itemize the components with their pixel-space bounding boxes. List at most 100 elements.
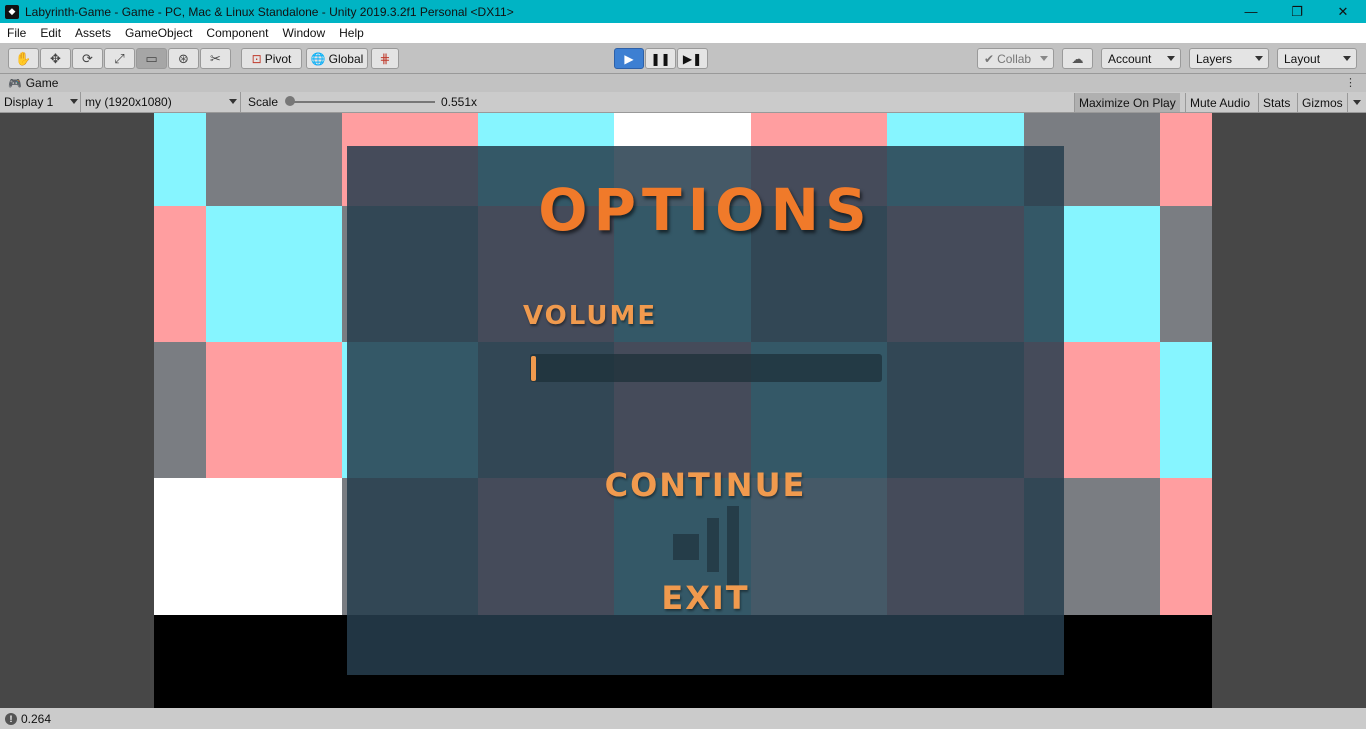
restore-button[interactable]: ❐ xyxy=(1274,0,1320,23)
rotate-tool-icon[interactable]: ⟳ xyxy=(72,48,103,69)
snap-icon[interactable]: ⋕ xyxy=(371,48,399,69)
scale-value: 0.551x xyxy=(441,95,478,109)
chevron-down-icon xyxy=(70,99,78,104)
move-tool-icon[interactable]: ✥ xyxy=(40,48,71,69)
chevron-down-icon xyxy=(1343,56,1351,61)
status-message: 0.264 xyxy=(21,711,52,726)
layers-label: Layers xyxy=(1196,51,1233,66)
menu-edit[interactable]: Edit xyxy=(33,26,68,40)
custom-tool-icon[interactable]: ✂ xyxy=(200,48,231,69)
window-title-bar: ◆ Labyrinth-Game - Game - PC, Mac & Linu… xyxy=(0,0,1366,23)
cloud-icon: ☁ xyxy=(1071,51,1084,66)
chevron-down-icon xyxy=(1353,100,1361,105)
step-button[interactable]: ▶❚ xyxy=(677,48,708,69)
chevron-down-icon xyxy=(1255,56,1263,61)
window-controls: — ❐ ✕ xyxy=(1228,0,1366,23)
maximize-on-play-toggle[interactable]: Maximize On Play xyxy=(1074,93,1180,112)
resolution-dropdown[interactable]: my (1920x1080) xyxy=(80,92,240,112)
display-dropdown[interactable]: Display 1 xyxy=(4,92,80,112)
maze-tile xyxy=(1160,478,1212,615)
layout-label: Layout xyxy=(1284,51,1321,66)
menu-bar: File Edit Assets GameObject Component Wi… xyxy=(0,23,1366,43)
pause-button[interactable]: ❚❚ xyxy=(645,48,676,69)
tab-game-label: Game xyxy=(25,76,59,90)
maze-tile xyxy=(154,478,206,615)
window-title: Labyrinth-Game - Game - PC, Mac & Linux … xyxy=(25,4,514,19)
options-panel: OPTIONS VOLUME CONTINUE EXIT xyxy=(347,146,1064,675)
resolution-label: my (1920x1080) xyxy=(85,95,172,109)
tab-game[interactable]: 🎮 Game xyxy=(0,76,58,90)
volume-slider-handle[interactable] xyxy=(531,356,536,381)
play-button[interactable]: ▶ xyxy=(614,48,644,69)
maze-tile xyxy=(206,206,342,342)
mute-audio-toggle[interactable]: Mute Audio xyxy=(1185,93,1254,112)
play-icon: ▶ xyxy=(624,51,634,66)
signal-bars-icon xyxy=(673,506,739,586)
scale-label: Scale xyxy=(240,92,278,112)
rect-tool-icon[interactable]: ▭ xyxy=(136,48,167,69)
pivot-icon: ⊡ xyxy=(251,51,262,66)
exit-button[interactable]: EXIT xyxy=(347,579,1064,617)
layers-dropdown[interactable]: Layers xyxy=(1189,48,1269,69)
maze-tile xyxy=(206,478,342,615)
maze-tile xyxy=(206,615,342,708)
maze-tile xyxy=(206,113,342,206)
hand-tool-icon[interactable]: ✋ xyxy=(8,48,39,69)
menu-assets[interactable]: Assets xyxy=(68,26,118,40)
chevron-down-icon xyxy=(1167,56,1175,61)
main-toolbar: ✋ ✥ ⟳ ⤢ ▭ ⊛ ✂ ⊡ Pivot 🌐 Global ⋕ ▶ ❚❚ ▶❚… xyxy=(0,43,1366,74)
maze-tile xyxy=(1160,615,1212,708)
game-canvas[interactable]: OPTIONS VOLUME CONTINUE EXIT xyxy=(154,113,1212,708)
scale-slider[interactable] xyxy=(290,101,435,103)
info-icon[interactable]: ! xyxy=(5,712,17,725)
cloud-button[interactable]: ☁ xyxy=(1062,48,1093,69)
minimize-button[interactable]: — xyxy=(1228,0,1274,23)
gizmos-toggle[interactable]: Gizmos xyxy=(1297,93,1347,112)
menu-window[interactable]: Window xyxy=(275,26,332,40)
scale-tool-icon[interactable]: ⤢ xyxy=(104,48,135,69)
tab-menu-icon[interactable]: ⋮ xyxy=(1345,76,1356,89)
collab-dropdown[interactable]: ✔ Collab xyxy=(977,48,1054,69)
maze-tile xyxy=(206,342,342,478)
gizmos-dropdown[interactable] xyxy=(1347,93,1366,112)
menu-gameobject[interactable]: GameObject xyxy=(118,26,199,40)
step-icon: ▶❚ xyxy=(682,51,703,66)
globe-icon: 🌐 xyxy=(310,51,326,66)
menu-file[interactable]: File xyxy=(0,26,33,40)
pause-icon: ❚❚ xyxy=(650,51,671,66)
collab-label: Collab xyxy=(997,51,1032,66)
maze-tile xyxy=(1160,342,1212,478)
chevron-down-icon xyxy=(229,99,237,104)
options-title: OPTIONS xyxy=(538,176,873,244)
pivot-toggle[interactable]: ⊡ Pivot xyxy=(241,48,302,69)
global-label: Global xyxy=(328,51,364,66)
maze-tile xyxy=(154,615,206,708)
menu-help[interactable]: Help xyxy=(332,26,371,40)
continue-button[interactable]: CONTINUE xyxy=(347,466,1064,504)
maze-tile xyxy=(154,206,206,342)
maze-tile xyxy=(1160,113,1212,206)
stats-toggle[interactable]: Stats xyxy=(1258,93,1294,112)
game-view-toolbar: Display 1 my (1920x1080) Scale 0.551x Ma… xyxy=(0,92,1366,113)
menu-component[interactable]: Component xyxy=(199,26,275,40)
transform-tool-icon[interactable]: ⊛ xyxy=(168,48,199,69)
account-label: Account xyxy=(1108,51,1152,66)
global-toggle[interactable]: 🌐 Global xyxy=(306,48,368,69)
maze-tile xyxy=(154,342,206,478)
display-label: Display 1 xyxy=(4,95,54,109)
volume-label: VOLUME xyxy=(523,301,658,331)
pivot-label: Pivot xyxy=(264,51,292,66)
maze-tile xyxy=(1160,206,1212,342)
game-viewport: OPTIONS VOLUME CONTINUE EXIT xyxy=(0,113,1366,708)
status-bar: ! 0.264 xyxy=(0,708,1366,729)
volume-slider[interactable] xyxy=(530,354,882,382)
layout-dropdown[interactable]: Layout xyxy=(1277,48,1357,69)
gamepad-icon: 🎮 xyxy=(8,77,22,90)
scale-slider-handle[interactable] xyxy=(285,96,295,106)
account-dropdown[interactable]: Account xyxy=(1101,48,1181,69)
maze-tile xyxy=(154,113,206,206)
game-tab-bar: 🎮 Game ⋮ xyxy=(0,74,1366,92)
check-icon: ✔ xyxy=(984,51,995,66)
chevron-down-icon xyxy=(1040,56,1048,61)
close-button[interactable]: ✕ xyxy=(1320,0,1366,23)
